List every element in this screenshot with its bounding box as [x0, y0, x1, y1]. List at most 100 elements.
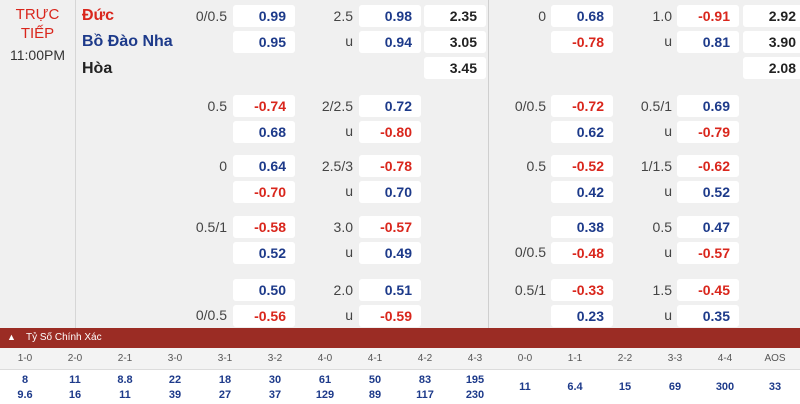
odds-cell[interactable]: 0.99	[233, 5, 295, 27]
score-odds[interactable]: 6.4	[550, 381, 600, 393]
score-odds[interactable]: 8	[0, 374, 50, 386]
odds-cell[interactable]: -0.62	[677, 155, 739, 177]
total-line-1h: 0.5/1	[640, 98, 672, 114]
total-line: 2.5/3	[321, 158, 353, 174]
score-odds[interactable]: 195	[450, 374, 500, 386]
under-label: u	[345, 33, 353, 49]
score-odds[interactable]: 61	[300, 374, 350, 386]
score-odds[interactable]: 89	[350, 389, 400, 401]
score-odds[interactable]: 27	[200, 389, 250, 401]
score-odds[interactable]: 30	[250, 374, 300, 386]
odds-cell[interactable]: -0.52	[551, 155, 613, 177]
odds-cell[interactable]: 0.47	[677, 216, 739, 238]
odds-cell[interactable]: 0.52	[233, 242, 295, 264]
odds-1x2-cell-1h[interactable]: 3.90	[743, 31, 800, 53]
score-header-cell: 2-0	[67, 353, 83, 364]
odds-1x2-cell-1h[interactable]: 2.08	[743, 57, 800, 79]
score-odds[interactable]: 39	[150, 389, 200, 401]
odds-cell[interactable]: 0.95	[233, 31, 295, 53]
handicap-line: 0.5	[207, 98, 227, 114]
odds-cell[interactable]: 0.52	[677, 181, 739, 203]
under-label: u	[345, 307, 353, 323]
odds-cell[interactable]: -0.91	[677, 5, 739, 27]
score-odds[interactable]: 18	[200, 374, 250, 386]
odds-cell[interactable]: 0.38	[551, 216, 613, 238]
score-header-cell: 3-0	[167, 353, 183, 364]
score-odds[interactable]: 9.6	[0, 389, 50, 401]
odds-cell[interactable]: 0.94	[359, 31, 421, 53]
handicap-line-1h: 0.5	[526, 158, 546, 174]
odds-panel: TRỰC TIẾP 11:00PM Đức Bồ Đào Nha Hòa 0/0…	[0, 0, 800, 328]
under-label-1h: u	[664, 244, 672, 260]
odds-cell[interactable]: -0.57	[677, 242, 739, 264]
odds-1x2-cell-1h[interactable]: 2.92	[743, 5, 800, 27]
score-odds[interactable]: 300	[700, 381, 750, 393]
odds-cell[interactable]: -0.56	[233, 305, 295, 327]
odds-cell[interactable]: 0.81	[677, 31, 739, 53]
odds-cell[interactable]: -0.80	[359, 121, 421, 143]
team-home: Đức	[82, 7, 115, 24]
odds-cell[interactable]: 0.68	[233, 121, 295, 143]
odds-cell[interactable]: 0.69	[677, 95, 739, 117]
score-odds[interactable]: 230	[450, 389, 500, 401]
odds-1x2-cell[interactable]: 3.05	[424, 31, 486, 53]
score-odds[interactable]: 15	[600, 381, 650, 393]
odds-cell[interactable]: 0.51	[359, 279, 421, 301]
odds-cell[interactable]: -0.78	[551, 31, 613, 53]
odds-cell[interactable]: -0.72	[551, 95, 613, 117]
score-header-cell: 4-0	[317, 353, 333, 364]
team-away: Bồ Đào Nha	[82, 33, 173, 50]
half-divider	[488, 0, 489, 328]
score-odds[interactable]: 83	[400, 374, 450, 386]
score-header-cell: 3-1	[217, 353, 233, 364]
odds-cell[interactable]: 0.70	[359, 181, 421, 203]
odds-cell[interactable]: -0.59	[359, 305, 421, 327]
score-odds[interactable]: 117	[400, 389, 450, 401]
score-odds[interactable]: 22	[150, 374, 200, 386]
chevron-up-icon[interactable]: ▲	[7, 332, 16, 342]
score-odds[interactable]: 33	[750, 381, 800, 393]
odds-cell[interactable]: -0.78	[359, 155, 421, 177]
odds-cell[interactable]: -0.33	[551, 279, 613, 301]
odds-cell[interactable]: 0.68	[551, 5, 613, 27]
score-odds[interactable]: 16	[50, 389, 100, 401]
odds-cell[interactable]: 0.23	[551, 305, 613, 327]
odds-cell[interactable]: 0.72	[359, 95, 421, 117]
score-odds[interactable]: 37	[250, 389, 300, 401]
score-header-cell: 4-3	[467, 353, 483, 364]
odds-cell[interactable]: -0.58	[233, 216, 295, 238]
odds-1x2-cell[interactable]: 2.35	[424, 5, 486, 27]
score-odds[interactable]: 11	[500, 381, 550, 393]
total-line-1h: 1/1.5	[640, 158, 672, 174]
total-line: 2/2.5	[321, 98, 353, 114]
odds-cell[interactable]: 0.50	[233, 279, 295, 301]
score-odds[interactable]: 129	[300, 389, 350, 401]
odds-cell[interactable]: -0.70	[233, 181, 295, 203]
correct-score-header: 1-0 2-0 2-1 3-0 3-1 3-2 4-0 4-1 4-2 4-3 0-0 1-1 2-2 3…	[0, 348, 800, 370]
odds-cell[interactable]: 0.35	[677, 305, 739, 327]
odds-cell[interactable]: -0.48	[551, 242, 613, 264]
odds-cell[interactable]: 0.62	[551, 121, 613, 143]
score-header-cell: 0-0	[517, 353, 533, 364]
score-odds[interactable]: 11	[100, 389, 150, 401]
correct-score-title: Tỷ Số Chính Xác	[26, 332, 102, 343]
odds-cell[interactable]: -0.57	[359, 216, 421, 238]
odds-cell[interactable]: -0.74	[233, 95, 295, 117]
score-odds[interactable]: 11	[50, 374, 100, 386]
score-header-cell: 3-2	[267, 353, 283, 364]
handicap-line-1h: 0.5/1	[514, 282, 546, 298]
odds-cell[interactable]: 0.49	[359, 242, 421, 264]
correct-score-bar[interactable]: ▲ Tỷ Số Chính Xác	[0, 328, 800, 348]
total-line-1h: 0.5	[652, 219, 672, 235]
odds-1x2-cell[interactable]: 3.45	[424, 57, 486, 79]
odds-cell[interactable]: 0.98	[359, 5, 421, 27]
odds-cell[interactable]: 0.42	[551, 181, 613, 203]
score-odds[interactable]: 50	[350, 374, 400, 386]
odds-cell[interactable]: -0.79	[677, 121, 739, 143]
total-line: 2.0	[333, 282, 353, 298]
score-header-cell: 2-1	[117, 353, 133, 364]
odds-cell[interactable]: -0.45	[677, 279, 739, 301]
score-odds[interactable]: 8.8	[100, 374, 150, 386]
odds-cell[interactable]: 0.64	[233, 155, 295, 177]
score-odds[interactable]: 69	[650, 381, 700, 393]
